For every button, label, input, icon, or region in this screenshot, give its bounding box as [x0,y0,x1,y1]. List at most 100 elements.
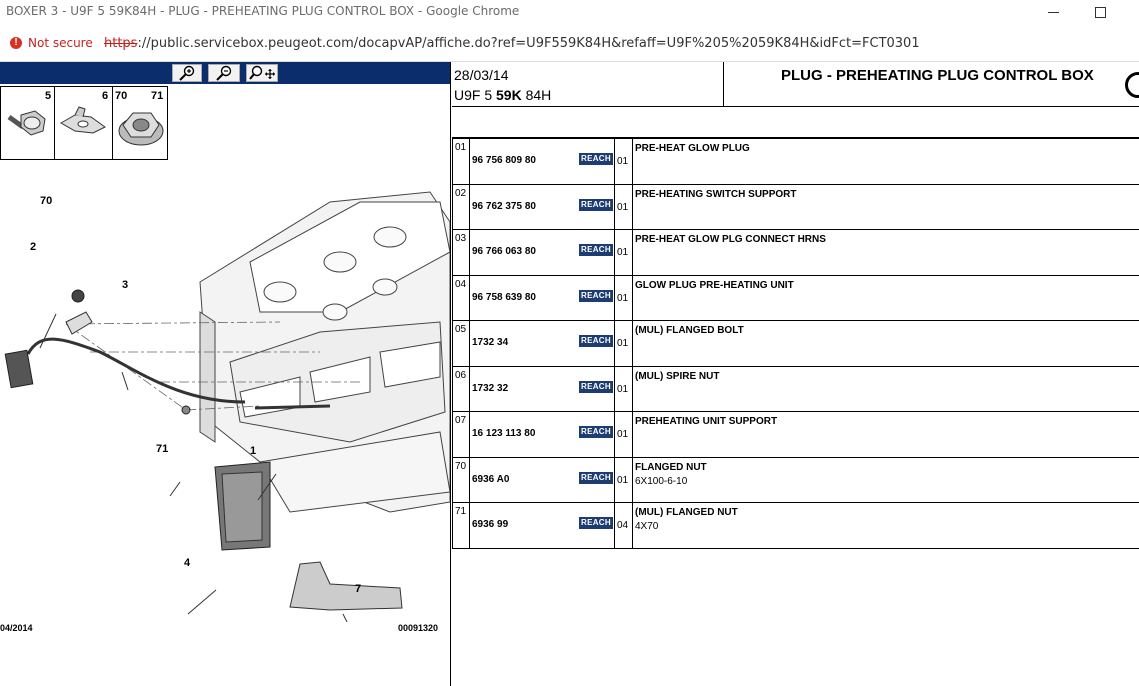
reach-badge[interactable]: REACH [579,289,613,302]
table-row[interactable]: 07 16 123 113 80 REACH 01 PREHEATING UNIT SU… [453,412,1139,458]
reach-badge[interactable]: REACH [579,335,613,347]
table-row[interactable]: 01 96 756 809 80 REACH 01 PRE-HEAT GLOW PLUG [453,139,1139,185]
part-number[interactable]: 16 123 113 80 [472,428,535,439]
column-divider [632,366,633,411]
zoom-in-icon [179,65,195,81]
maximize-button[interactable] [1080,2,1120,22]
url-path: ://public.servicebox.peugeot.com/docapvA… [137,36,920,51]
minimize-button[interactable] [1034,2,1074,22]
model-engine: 59K [496,87,522,103]
quantity: 01 [617,292,629,304]
quantity: 01 [617,156,629,167]
thumbnail-label: 71 [151,90,164,102]
parts-header: 28/03/14 U9F 5 59K 84H PLUG - PREHEATING… [452,62,1139,107]
ref-number: 70 [455,460,467,472]
thumbnail-bolt[interactable]: 5 [1,87,55,159]
table-row[interactable]: 02 96 762 375 80 REACH 01 PRE-HEATING SWITCH… [453,184,1139,230]
fastener-thumbnails: 5 6 70 71 [0,86,168,160]
zoom-out-button[interactable] [208,64,240,82]
thumbnail-label: 70 [115,90,128,102]
reach-badge[interactable]: REACH [579,153,613,165]
reach-badge[interactable]: REACH [579,380,613,393]
illustration-date: 04/2014 [0,623,33,633]
table-row[interactable]: 06 1732 32 REACH 01 (MUL) SPIRE NUT [453,366,1139,412]
part-number[interactable]: 6936 99 [472,519,508,530]
callout-70: 70 [40,195,52,207]
part-number[interactable]: 6936 A0 [472,474,509,485]
part-description: PRE-HEAT GLOW PLG CONNECT HRNS [635,234,826,245]
pan-zoom-button[interactable] [246,64,278,82]
callout-1: 1 [250,445,256,457]
callout-71: 71 [156,443,168,455]
url-field[interactable]: https://public.servicebox.peugeot.com/do… [104,36,920,51]
part-number[interactable]: 96 756 809 80 [472,155,536,166]
parts-table: 01 96 756 809 80 REACH 01 PRE-HEAT GLOW PLUG… [452,137,1139,549]
table-row[interactable]: 71 6936 99 REACH 04 (MUL) FLANGED NUT 4X70 [453,503,1139,549]
quantity: 01 [617,429,629,440]
window-titlebar: BOXER 3 - U9F 5 59K84H - PLUG - PREHEATI… [0,0,1139,26]
ref-number: 05 [455,324,467,335]
security-indicator[interactable]: ! Not secure [4,31,103,55]
quantity: 01 [617,474,629,486]
ref-number: 01 [455,142,467,153]
table-row[interactable]: 70 6936 A0 REACH 01 FLANGED NUT 6X100-6-10 [453,457,1139,503]
column-divider [614,184,615,229]
part-description: (MUL) FLANGED BOLT [635,325,744,336]
column-divider [632,457,633,502]
quantity: 01 [617,338,629,349]
url-scheme: https [104,36,138,51]
part-detail: 4X70 [635,521,659,532]
page-title: PLUG - PREHEATING PLUG CONTROL BOX [781,67,1094,84]
ref-number: 02 [455,187,467,199]
catalogue-date: 28/03/14 [454,67,509,83]
quantity: 01 [617,201,629,213]
part-detail: 6X100-6-10 [635,475,688,487]
table-row[interactable]: 03 96 766 063 80 REACH 01 PRE-HEAT GLOW PLG … [453,230,1139,276]
table-row[interactable]: 05 1732 34 REACH 01 (MUL) FLANGED BOLT [453,321,1139,367]
column-divider [632,275,633,320]
part-description: GLOW PLUG PRE-HEATING UNIT [635,279,794,291]
part-description: PRE-HEAT GLOW PLUG [635,143,750,154]
column-divider [614,457,615,502]
ref-number: 07 [455,415,467,426]
zoom-toolbar [0,62,450,84]
part-number[interactable]: 96 762 375 80 [472,201,536,212]
part-number[interactable]: 96 766 063 80 [472,246,536,257]
column-divider [614,139,615,184]
zoom-in-button[interactable] [172,64,202,82]
part-description: (MUL) SPIRE NUT [635,370,720,382]
column-divider [614,321,615,366]
callout-2: 2 [30,241,36,253]
thumbnail-label: 6 [102,90,109,102]
reach-badge[interactable]: REACH [579,471,613,484]
reach-badge[interactable]: REACH [579,244,613,256]
thumbnail-flanged-nut[interactable]: 70 71 [113,87,169,159]
table-row[interactable]: 04 96 758 639 80 REACH 01 GLOW PLUG PRE-HEAT… [453,275,1139,321]
ref-number: 06 [455,369,467,381]
quantity: 04 [617,520,629,531]
part-description: PREHEATING UNIT SUPPORT [635,416,778,427]
part-number[interactable]: 1732 34 [472,337,508,348]
ref-number: 03 [455,233,467,244]
part-number[interactable]: 96 758 639 80 [472,292,536,303]
security-label: Not secure [28,36,93,50]
exploded-view-drawing[interactable]: 70 2 3 71 1 4 7 [0,162,450,622]
ref-number: 71 [455,506,467,517]
part-number[interactable]: 1732 32 [472,383,508,394]
thumbnail-spire-nut[interactable]: 6 [55,87,113,159]
reach-badge[interactable]: REACH [579,517,613,529]
reach-badge[interactable]: REACH [579,426,613,438]
callout-4: 4 [184,557,191,569]
ref-number: 04 [455,278,467,290]
column-divider [614,275,615,320]
quantity: 01 [617,247,629,258]
thumbnail-label: 5 [45,90,52,102]
part-description: PRE-HEATING SWITCH SUPPORT [635,188,797,200]
reach-badge[interactable]: REACH [579,198,613,211]
header-divider [723,62,724,107]
zoom-out-icon [216,65,232,81]
column-divider [632,321,633,366]
illustration-pane: 5 6 70 71 70 2 3 71 1 4 7 04/2014 000913… [0,62,451,686]
column-divider [614,366,615,411]
parts-pane: 28/03/14 U9F 5 59K 84H PLUG - PREHEATING… [452,62,1139,686]
